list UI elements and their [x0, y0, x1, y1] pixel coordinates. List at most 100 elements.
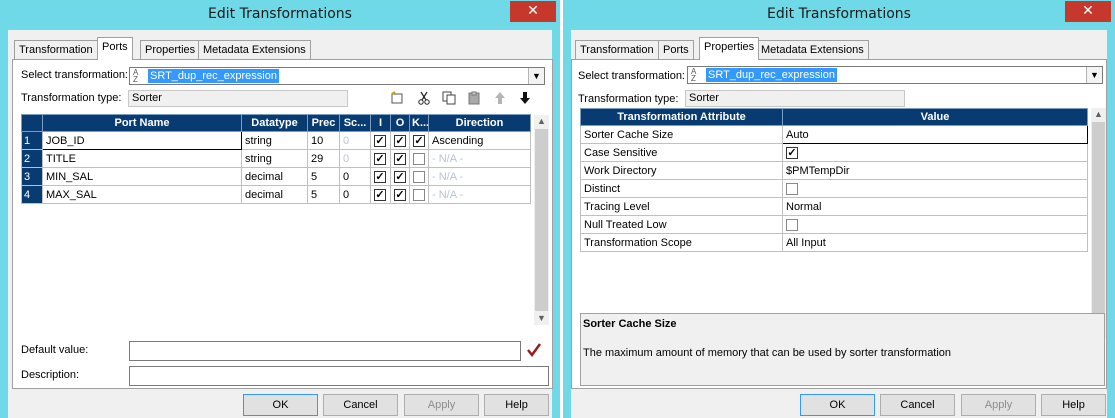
title-bar[interactable]: Edit Transformations ✕ — [0, 0, 560, 30]
tab-metadata-extensions[interactable]: Metadata Extensions — [198, 40, 311, 60]
direction-cell[interactable]: - N/A - — [428, 149, 531, 168]
tab-ports[interactable]: Ports — [97, 37, 133, 60]
table-row[interactable]: 2 TITLE string 29 0 ✓ ✓ - N/A - — [21, 149, 531, 168]
key-checkbox[interactable]: ✓ — [413, 134, 425, 147]
apply-button[interactable]: Apply — [961, 394, 1036, 416]
cut-icon[interactable] — [416, 91, 432, 107]
column-header-scale[interactable]: Sc... — [339, 114, 371, 132]
column-header-direction[interactable]: Direction — [428, 114, 531, 132]
table-row[interactable]: Null Treated Low — [580, 215, 1088, 234]
cancel-button[interactable]: Cancel — [880, 394, 955, 416]
port-name-cell[interactable]: MAX_SAL — [42, 185, 242, 204]
apply-button[interactable]: Apply — [404, 394, 479, 416]
output-checkbox[interactable]: ✓ — [394, 152, 406, 165]
scale-cell[interactable]: 0 — [339, 167, 371, 186]
select-transformation-combo[interactable]: AZ SRT_dup_rec_expression ▼ — [687, 66, 1103, 84]
column-header-attribute[interactable]: Transformation Attribute — [580, 108, 783, 126]
output-checkbox[interactable]: ✓ — [394, 134, 406, 147]
help-button[interactable]: Help — [484, 394, 549, 416]
default-value-field[interactable] — [129, 341, 521, 361]
table-row[interactable]: Case Sensitive ✓ — [580, 143, 1088, 162]
table-row[interactable]: 1 JOB_ID string 10 0 ✓ ✓ ✓ Ascending — [21, 131, 531, 150]
key-checkbox[interactable] — [413, 188, 425, 201]
chevron-down-icon[interactable]: ▼ — [1086, 67, 1102, 83]
column-header-value[interactable]: Value — [782, 108, 1088, 126]
tab-properties[interactable]: Properties — [140, 40, 201, 60]
scale-cell[interactable]: 0 — [339, 185, 371, 204]
help-button[interactable]: Help — [1041, 394, 1106, 416]
datatype-cell[interactable]: string — [241, 131, 308, 150]
move-down-icon[interactable] — [517, 91, 533, 107]
column-header-key[interactable]: K... — [409, 114, 429, 132]
table-row[interactable]: Transformation Scope All Input — [580, 233, 1088, 252]
datatype-cell[interactable]: string — [241, 149, 308, 168]
scale-cell[interactable]: 0 — [339, 149, 371, 168]
output-checkbox[interactable]: ✓ — [394, 170, 406, 183]
key-checkbox[interactable] — [413, 170, 425, 183]
precision-cell[interactable]: 5 — [307, 185, 340, 204]
datatype-cell[interactable]: decimal — [241, 167, 308, 186]
precision-cell[interactable]: 29 — [307, 149, 340, 168]
port-name-cell[interactable]: JOB_ID — [42, 131, 242, 150]
select-transformation-combo[interactable]: AZ SRT_dup_rec_expression ▼ — [129, 67, 545, 85]
case-sensitive-checkbox[interactable]: ✓ — [786, 146, 798, 159]
null-treated-low-checkbox[interactable] — [786, 218, 798, 231]
cancel-button[interactable]: Cancel — [323, 394, 398, 416]
description-field[interactable] — [129, 366, 549, 386]
column-header-input[interactable]: I — [370, 114, 391, 132]
table-row[interactable]: Distinct — [580, 179, 1088, 198]
validate-checkmark-icon[interactable] — [526, 342, 542, 361]
close-button[interactable]: ✕ — [510, 1, 556, 22]
table-row[interactable]: Sorter Cache Size Auto — [580, 125, 1088, 144]
scroll-up-icon[interactable]: ▲ — [1091, 108, 1106, 121]
input-checkbox[interactable]: ✓ — [374, 152, 386, 165]
chevron-down-icon[interactable]: ▼ — [528, 68, 544, 84]
input-checkbox[interactable]: ✓ — [374, 188, 386, 201]
ok-button[interactable]: OK — [800, 394, 875, 416]
column-header-port-name[interactable]: Port Name — [42, 114, 242, 132]
output-checkbox[interactable]: ✓ — [394, 188, 406, 201]
value-cell[interactable]: Auto — [782, 125, 1088, 144]
scroll-up-icon[interactable]: ▲ — [534, 115, 549, 128]
tab-transformation[interactable]: Transformation — [14, 40, 98, 60]
tab-transformation[interactable]: Transformation — [575, 40, 659, 60]
table-row[interactable]: Tracing Level Normal — [580, 197, 1088, 216]
precision-cell[interactable]: 10 — [307, 131, 340, 150]
table-row[interactable]: Work Directory $PMTempDir — [580, 161, 1088, 180]
row-number[interactable]: 3 — [21, 167, 43, 186]
scale-cell[interactable]: 0 — [339, 131, 371, 150]
datatype-cell[interactable]: decimal — [241, 185, 308, 204]
precision-cell[interactable]: 5 — [307, 167, 340, 186]
scrollbar-thumb[interactable] — [535, 129, 548, 311]
scroll-down-icon[interactable]: ▼ — [534, 312, 549, 325]
properties-grid-scrollbar[interactable]: ▲ ▼ — [1091, 108, 1106, 338]
row-number[interactable]: 2 — [21, 149, 43, 168]
input-checkbox[interactable]: ✓ — [374, 170, 386, 183]
column-header-precision[interactable]: Prec — [307, 114, 340, 132]
column-header-datatype[interactable]: Datatype — [241, 114, 308, 132]
row-number[interactable]: 1 — [21, 131, 43, 150]
paste-icon[interactable] — [466, 91, 482, 107]
scrollbar-thumb[interactable] — [1092, 122, 1105, 324]
copy-icon[interactable] — [441, 91, 457, 107]
table-row[interactable]: 3 MIN_SAL decimal 5 0 ✓ ✓ - N/A - — [21, 167, 531, 186]
title-bar[interactable]: Edit Transformations ✕ — [563, 0, 1115, 30]
direction-cell[interactable]: - N/A - — [428, 185, 531, 204]
tab-ports[interactable]: Ports — [658, 40, 694, 60]
ports-grid-scrollbar[interactable]: ▲ ▼ — [534, 115, 549, 325]
port-name-cell[interactable]: TITLE — [42, 149, 242, 168]
value-cell[interactable]: Normal — [782, 197, 1088, 216]
close-button[interactable]: ✕ — [1065, 1, 1111, 22]
new-port-icon[interactable] — [389, 91, 405, 107]
input-checkbox[interactable]: ✓ — [374, 134, 386, 147]
direction-cell[interactable]: - N/A - — [428, 167, 531, 186]
ok-button[interactable]: OK — [243, 394, 318, 416]
tab-metadata-extensions[interactable]: Metadata Extensions — [756, 40, 869, 60]
value-cell[interactable]: All Input — [782, 233, 1088, 252]
column-header-output[interactable]: O — [390, 114, 410, 132]
value-cell[interactable]: $PMTempDir — [782, 161, 1088, 180]
direction-cell[interactable]: Ascending — [428, 131, 531, 150]
port-name-cell[interactable]: MIN_SAL — [42, 167, 242, 186]
distinct-checkbox[interactable] — [786, 182, 798, 195]
key-checkbox[interactable] — [413, 152, 425, 165]
